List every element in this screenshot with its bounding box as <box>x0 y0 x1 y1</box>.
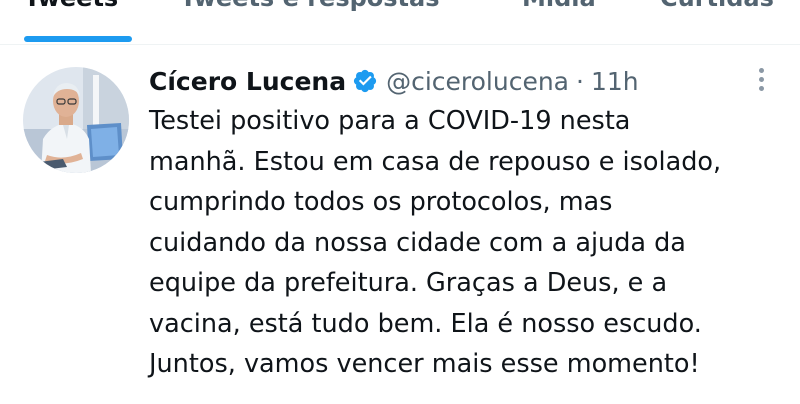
avatar[interactable] <box>23 67 129 173</box>
tab-tweets-and-replies[interactable]: Tweets e respostas <box>180 0 440 12</box>
tweet-timestamp[interactable]: 11h <box>591 67 639 96</box>
tab-likes[interactable]: Curtidas <box>660 0 774 12</box>
tweet-header: Cícero Lucena @cicerolucena · 11h <box>149 63 639 99</box>
profile-tabs: Tweets Tweets e respostas Mídia Curtidas <box>0 0 800 45</box>
author-name[interactable]: Cícero Lucena <box>149 67 346 96</box>
active-tab-indicator <box>24 36 132 42</box>
author-handle[interactable]: @cicerolucena <box>386 67 569 96</box>
separator-dot: · <box>576 66 584 96</box>
verified-badge-icon <box>352 68 378 94</box>
tweet-text: Testei positivo para a COVID-19 nesta ma… <box>149 106 722 379</box>
tweet[interactable]: Cícero Lucena @cicerolucena · 11h Testei… <box>0 45 800 404</box>
more-options-icon[interactable] <box>750 65 772 95</box>
tab-media[interactable]: Mídia <box>522 0 596 12</box>
tab-tweets[interactable]: Tweets <box>24 0 118 12</box>
